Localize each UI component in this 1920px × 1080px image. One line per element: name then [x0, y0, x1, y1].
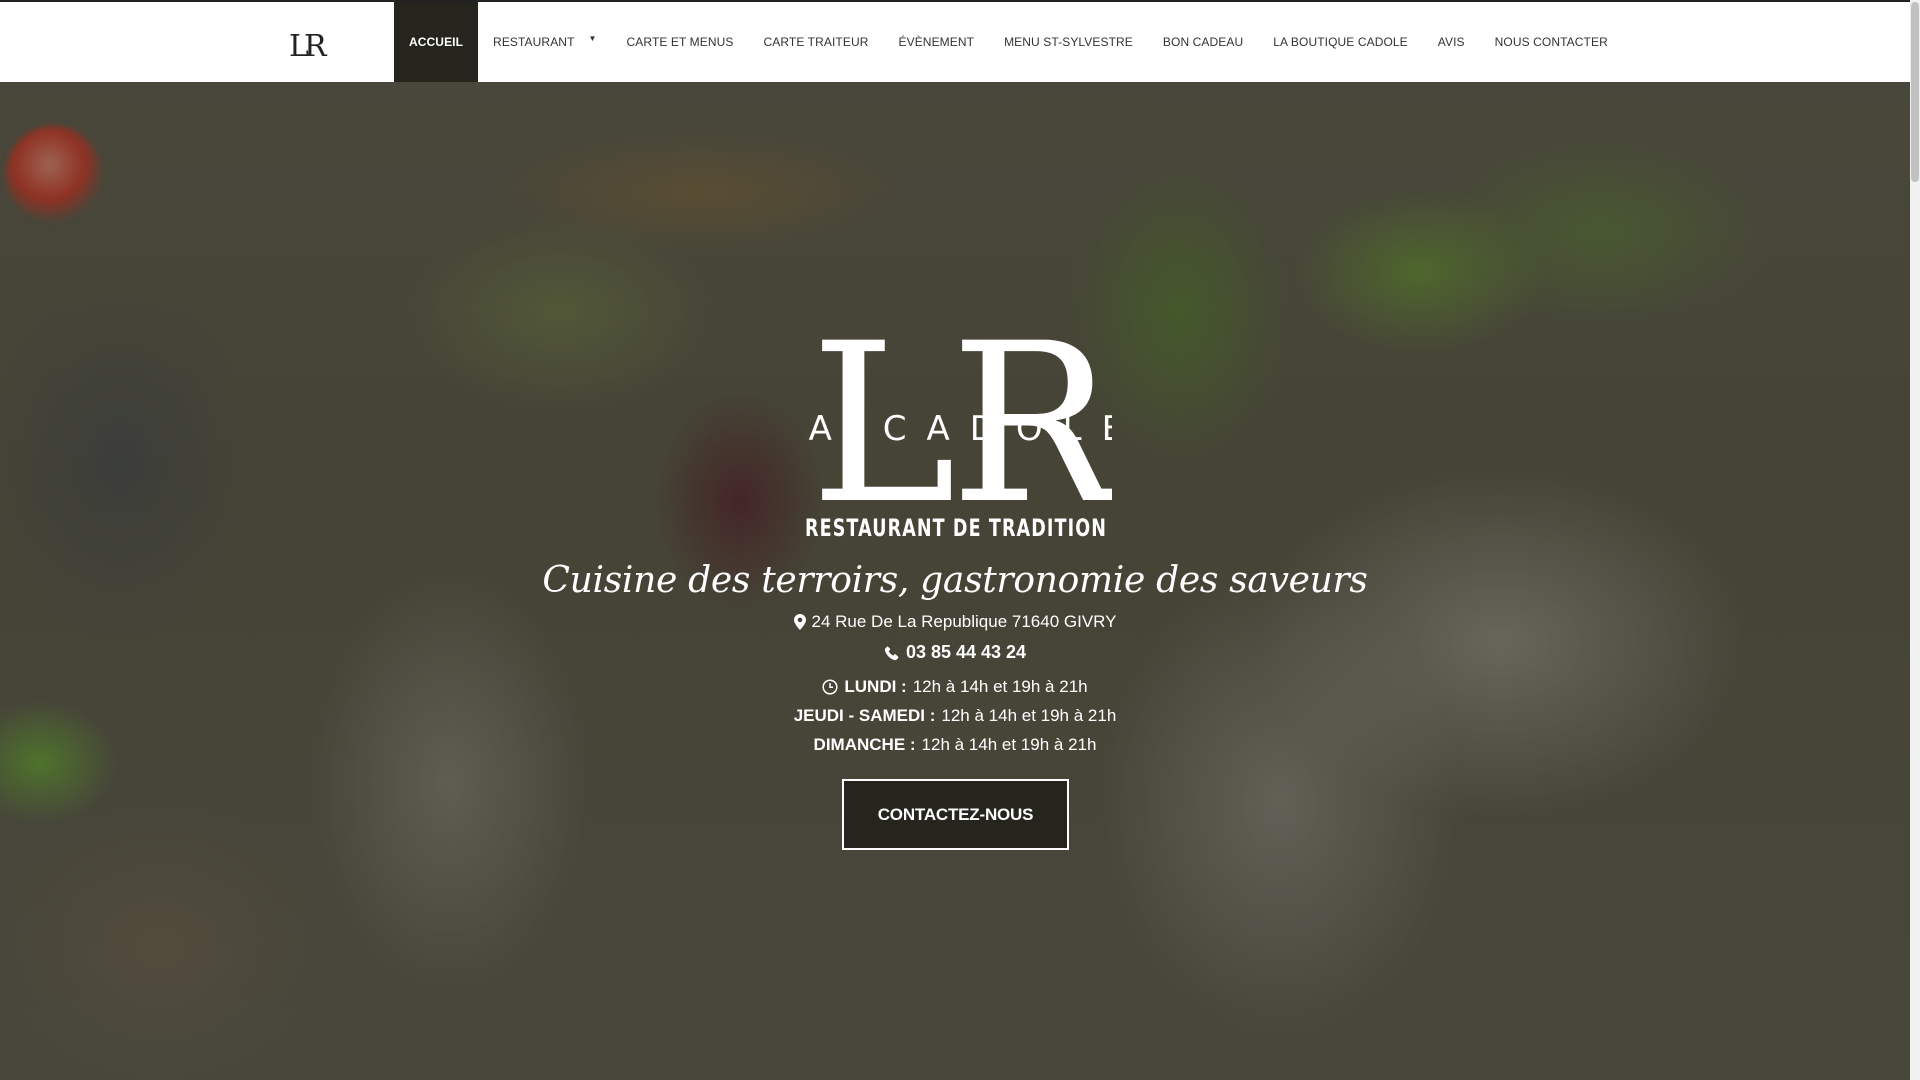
nav-menu: ACCUEIL RESTAURANT ▼ CARTE ET MENUS CART…	[394, 2, 1623, 82]
address-text: 24 Rue De La Republique 71640 GIVRY	[811, 612, 1117, 631]
nav-item-label: AVIS	[1437, 35, 1465, 49]
hours-line: DIMANCHE : 12h à 14h et 19h à 21h	[0, 735, 1910, 755]
nav-item-carte-traiteur[interactable]: CARTE TRAITEUR	[749, 2, 884, 82]
svg-text:R: R	[304, 29, 328, 59]
hours-day: DIMANCHE :	[813, 735, 916, 754]
clock-icon	[822, 679, 838, 695]
hours-time: 12h à 14h et 19h à 21h	[941, 706, 1117, 725]
nav-item-label: CARTE TRAITEUR	[763, 35, 869, 49]
nav-item-label: RESTAURANT	[493, 35, 575, 49]
nav-logo[interactable]: L R	[288, 28, 328, 60]
phone-line[interactable]: 03 85 44 43 24	[0, 642, 1910, 663]
nav-item-label: LA BOUTIQUE CADOLE	[1273, 35, 1408, 49]
nav-item-label: MENU ST-SYLVESTRE	[1004, 35, 1133, 49]
brand-name: LA CADOLE	[800, 409, 1112, 449]
nav-item-accueil[interactable]: ACCUEIL	[394, 2, 479, 82]
hours-line: JEUDI - SAMEDI : 12h à 14h et 19h à 21h	[0, 706, 1910, 726]
nav-item-boutique[interactable]: LA BOUTIQUE CADOLE	[1258, 2, 1423, 82]
nav-item-evenement[interactable]: ÉVÈNEMENT	[884, 2, 990, 82]
nav-item-label: CARTE ET MENUS	[626, 35, 734, 49]
nav-item-menu-st-sylvestre[interactable]: MENU ST-SYLVESTRE	[989, 2, 1148, 82]
phone-icon	[884, 645, 900, 661]
nav-item-bon-cadeau[interactable]: BON CADEAU	[1148, 2, 1258, 82]
brand-logo: L R LA CADOLE RESTAURANT DE TRADITION	[769, 296, 1123, 552]
main-navbar: L R ACCUEIL RESTAURANT ▼ CARTE ET MENUS …	[0, 0, 1910, 82]
lr-monogram-icon: L R	[289, 29, 328, 59]
caret-down-icon: ▼	[588, 33, 597, 43]
la-cadole-logo-icon: L R LA CADOLE RESTAURANT DE TRADITION	[769, 296, 1123, 552]
hours-day: LUNDI :	[844, 677, 907, 696]
hours-line: LUNDI : 12h à 14h et 19h à 21h	[0, 677, 1910, 697]
phone-number: 03 85 44 43 24	[905, 642, 1027, 662]
scrollbar-thumb[interactable]	[1911, 2, 1919, 182]
hero-tagline: Cuisine des terroirs, gastronomie des sa…	[542, 560, 1368, 601]
nav-item-contact[interactable]: NOUS CONTACTER	[1480, 2, 1623, 82]
nav-item-restaurant[interactable]: RESTAURANT ▼	[478, 2, 611, 82]
contact-us-button[interactable]: CONTACTEZ-NOUS	[842, 779, 1069, 850]
map-pin-icon	[793, 614, 806, 630]
nav-item-label: BON CADEAU	[1162, 35, 1244, 49]
hours-time: 12h à 14h et 19h à 21h	[912, 677, 1088, 696]
hours-time: 12h à 14h et 19h à 21h	[921, 735, 1097, 754]
nav-item-label: ÉVÈNEMENT	[898, 35, 975, 49]
hero-content: L R LA CADOLE RESTAURANT DE TRADITION Cu…	[0, 82, 1910, 1080]
nav-item-carte-et-menus[interactable]: CARTE ET MENUS	[612, 2, 749, 82]
page-scrollbar[interactable]	[1910, 0, 1920, 1080]
nav-item-label: ACCUEIL	[409, 35, 464, 49]
nav-item-label: NOUS CONTACTER	[1494, 35, 1608, 49]
hours-day: JEUDI - SAMEDI :	[793, 706, 936, 725]
address-line: 24 Rue De La Republique 71640 GIVRY	[0, 612, 1910, 632]
brand-subtitle: RESTAURANT DE TRADITION	[805, 514, 1107, 542]
nav-item-avis[interactable]: AVIS	[1423, 2, 1480, 82]
